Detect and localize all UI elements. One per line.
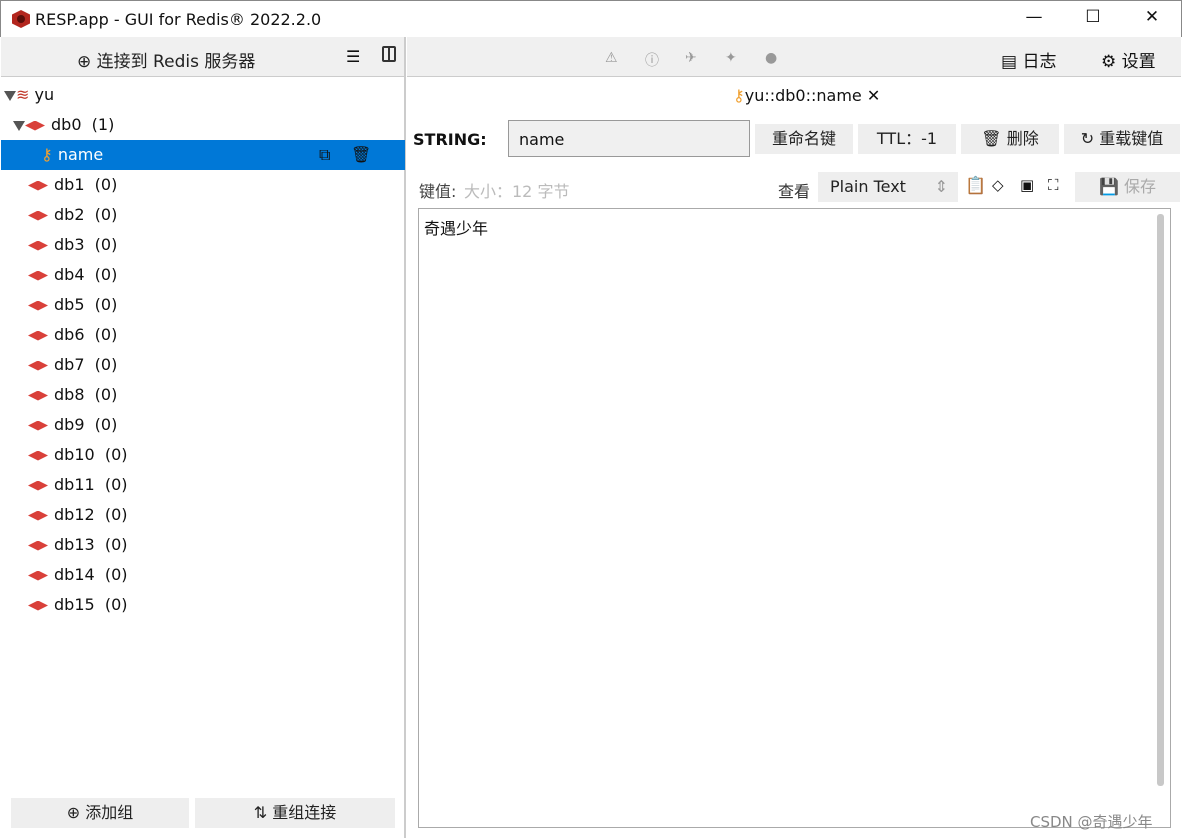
value-label: 键值: — [419, 182, 457, 201]
trash-icon[interactable]: 🗑 — [351, 140, 371, 170]
twitter-icon[interactable]: ✦ — [725, 50, 737, 66]
db-item[interactable]: db1 (0) — [1, 170, 405, 200]
github-icon[interactable]: ● — [765, 50, 777, 66]
server-icon: ≋ — [16, 85, 30, 104]
right-toolbar: ⚠ ⓘ ✈ ✦ ● ▤ 日志 ⚙ 设置 — [407, 37, 1181, 77]
db-item[interactable]: db11 (0) — [1, 470, 405, 500]
db-item[interactable]: db10 (0) — [1, 440, 405, 470]
delete-button[interactable]: 🗑 删除 — [961, 124, 1059, 154]
binary-file-icon[interactable]: ▣ — [1020, 176, 1034, 194]
refresh-icon: ↻ — [1080, 129, 1095, 148]
copy-icon[interactable]: ⧉ — [319, 140, 330, 170]
db-item[interactable]: db12 (0) — [1, 500, 405, 530]
database-icon — [28, 480, 48, 491]
key-type-label: STRING: — [413, 130, 487, 149]
gear-icon: ⚙ — [1101, 52, 1117, 72]
ttl-button[interactable]: TTL：-1 — [858, 124, 956, 154]
key-name-input[interactable]: name — [508, 120, 750, 157]
key-item[interactable]: ⚷ name ⧉ 🗑 — [1, 140, 405, 170]
expand-icon — [4, 90, 16, 101]
database-icon — [28, 570, 48, 581]
plus-circle-icon: ⊕ — [77, 52, 92, 72]
clipboard-icon: ▤ — [1001, 52, 1018, 72]
server-item[interactable]: ≋ yu — [1, 80, 405, 110]
database-icon — [28, 360, 48, 371]
close-button[interactable]: ✕ — [1129, 7, 1175, 33]
save-icon: 💾 — [1098, 177, 1119, 196]
regroup-button[interactable]: ⇅ 重组连接 — [195, 798, 395, 828]
warning-icon[interactable]: ⚠ — [605, 50, 618, 66]
db-item[interactable]: db13 (0) — [1, 530, 405, 560]
database-icon — [28, 210, 48, 221]
connect-button[interactable]: ⊕ 连接到 Redis 服务器 — [77, 47, 255, 72]
db-item[interactable]: db3 (0) — [1, 230, 405, 260]
value-editor[interactable]: 奇遇少年 — [418, 208, 1171, 828]
help-icon[interactable]: ⓘ — [645, 50, 659, 70]
title-bar: RESP.app - GUI for Redis® 2022.2.0 — ☐ ✕ — [0, 0, 1182, 37]
app-logo-icon — [12, 10, 30, 28]
json-file-icon[interactable]: ◇ — [992, 176, 1004, 194]
database-icon — [28, 510, 48, 521]
database-icon — [28, 450, 48, 461]
database-icon — [28, 420, 48, 431]
db-item[interactable]: db15 (0) — [1, 590, 405, 620]
db-item[interactable]: db7 (0) — [1, 350, 405, 380]
paste-icon[interactable]: 📋 — [965, 176, 986, 196]
database-icon — [28, 330, 48, 341]
database-icon — [28, 390, 48, 401]
telegram-icon[interactable]: ✈ — [685, 50, 697, 66]
save-button[interactable]: 💾 保存 — [1075, 172, 1180, 202]
key-icon: ⚷ — [41, 145, 53, 164]
view-label: 查看 — [778, 182, 811, 201]
rename-button[interactable]: 重命名键 — [755, 124, 853, 154]
view-mode-select[interactable]: Plain Text ⇕ — [818, 172, 958, 202]
db-item[interactable]: db0 (1) — [1, 110, 405, 140]
connections-panel: ⊕ 连接到 Redis 服务器 ☰ ≋ yu db0 (1) ⚷ name ⧉ 🗑 db1… — [1, 37, 406, 838]
trash-icon: 🗑 — [981, 129, 1002, 148]
key-icon: ⚷ — [733, 86, 745, 105]
close-tab-icon[interactable]: ✕ — [867, 86, 880, 105]
db-item[interactable]: db4 (0) — [1, 260, 405, 290]
database-icon — [28, 300, 48, 311]
watermark: CSDN @奇遇少年 — [1030, 813, 1153, 831]
log-button[interactable]: ▤ 日志 — [1001, 47, 1056, 72]
database-icon — [28, 540, 48, 551]
db-item[interactable]: db8 (0) — [1, 380, 405, 410]
maximize-button[interactable]: ☐ — [1070, 7, 1116, 33]
list-icon[interactable]: ☰ — [346, 47, 360, 66]
reload-button[interactable]: ↻ 重载键值 — [1064, 124, 1180, 154]
db-item[interactable]: db6 (0) — [1, 320, 405, 350]
database-icon — [25, 120, 45, 131]
fullscreen-icon[interactable]: ⛶ — [1048, 176, 1059, 194]
db-item[interactable]: db14 (0) — [1, 560, 405, 590]
db-item[interactable]: db9 (0) — [1, 410, 405, 440]
db-item[interactable]: db2 (0) — [1, 200, 405, 230]
settings-button[interactable]: ⚙ 设置 — [1101, 47, 1156, 72]
db-item[interactable]: db5 (0) — [1, 290, 405, 320]
minimize-button[interactable]: — — [1011, 7, 1057, 33]
editor-scrollbar[interactable] — [1157, 214, 1164, 786]
value-size: 大小：12 字节 — [464, 182, 570, 201]
split-view-icon[interactable] — [382, 46, 396, 62]
chevron-updown-icon: ⇕ — [934, 177, 948, 196]
add-group-button[interactable]: ⊕ 添加组 — [11, 798, 189, 828]
tab-key[interactable]: ⚷yu::db0::name ✕ — [733, 86, 880, 105]
database-icon — [28, 600, 48, 611]
database-icon — [28, 240, 48, 251]
left-toolbar: ⊕ 连接到 Redis 服务器 ☰ — [1, 37, 404, 77]
database-icon — [28, 180, 48, 191]
expand-icon — [13, 120, 25, 131]
window-title: RESP.app - GUI for Redis® 2022.2.0 — [35, 10, 322, 29]
database-icon — [28, 270, 48, 281]
